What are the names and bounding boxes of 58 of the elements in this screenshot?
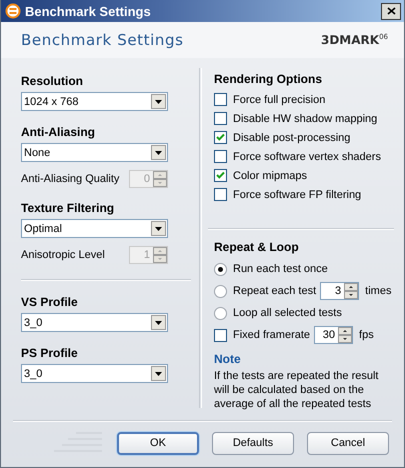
dropdown-arrow-icon <box>155 372 162 376</box>
field-label: PS Profile <box>21 346 79 360</box>
spin-arrows-icon <box>344 283 358 299</box>
field-label: Anti-Aliasing <box>21 125 96 139</box>
checkbox[interactable] <box>214 93 227 106</box>
radio-button[interactable] <box>214 262 227 276</box>
checkbox-label[interactable]: Force full precision <box>233 94 326 106</box>
field-label: Texture Filtering <box>21 201 116 215</box>
checkbox[interactable] <box>214 328 227 342</box>
checkbox-label[interactable]: Color mipmaps <box>233 170 307 182</box>
field-label: Anti-Aliasing Quality <box>21 173 120 185</box>
checkbox-label[interactable]: Disable post-processing <box>233 132 350 144</box>
unit-label: fps <box>359 329 374 341</box>
dropdown-arrow-icon <box>155 100 162 104</box>
radio-label[interactable]: Loop all selected tests <box>233 307 342 319</box>
dropdown[interactable]: 1024 x 768 <box>21 92 168 111</box>
spin-arrows-icon <box>338 327 352 343</box>
dropdown-arrow-icon <box>155 226 162 230</box>
close-icon <box>386 7 396 15</box>
spin-arrows-icon <box>153 171 167 187</box>
checkbox[interactable] <box>214 112 227 125</box>
dropdown[interactable]: None <box>21 143 168 162</box>
unit-label: times <box>365 285 392 297</box>
dropdown-arrow-icon <box>155 320 162 324</box>
checkbox-label[interactable]: Fixed framerate <box>233 329 310 341</box>
field-label: VS Profile <box>21 295 79 309</box>
app-icon <box>5 3 21 19</box>
checkbox-label[interactable]: Force software FP filtering <box>233 188 362 200</box>
field-label: Resolution <box>21 74 84 88</box>
note-heading: Note <box>214 352 242 366</box>
dropdown[interactable]: Optimal <box>21 219 168 238</box>
spin-field[interactable]: 3 <box>320 282 360 300</box>
spin-field[interactable]: 30 <box>314 326 354 344</box>
logo: 3DMARK$^{06}$ <box>321 33 388 47</box>
checkbox-label[interactable]: Force software vertex shaders <box>233 150 381 162</box>
checkbox-label[interactable]: Disable HW shadow mapping <box>233 112 378 124</box>
window-title: Benchmark Settings <box>25 4 152 18</box>
dialog-button[interactable]: OK <box>117 432 199 454</box>
dialog-title: Benchmark Settings <box>21 31 184 49</box>
checkbox[interactable] <box>214 169 227 182</box>
dialog-button[interactable]: Cancel <box>307 432 389 454</box>
note-text: If the tests are repeated the result will be calculated based on the average of all the repeated tests <box>214 369 380 411</box>
close-button[interactable] <box>381 2 401 20</box>
dropdown[interactable]: 3_0 <box>21 364 168 383</box>
dialog-button[interactable]: Defaults <box>212 432 294 454</box>
radio-button[interactable] <box>214 306 227 320</box>
radio-button[interactable] <box>214 284 227 298</box>
dropdown[interactable]: 3_0 <box>21 313 168 332</box>
checkbox[interactable] <box>214 150 227 163</box>
radio-label[interactable]: Repeat each test <box>233 285 316 297</box>
dropdown-arrow-icon <box>155 150 162 154</box>
field-label: Anisotropic Level <box>21 249 105 261</box>
checkbox[interactable] <box>214 188 227 201</box>
section-heading: Repeat & Loop <box>214 240 300 254</box>
radio-label[interactable]: Run each test once <box>233 263 328 275</box>
checkbox[interactable] <box>214 131 227 144</box>
section-heading: Rendering Options <box>214 72 323 86</box>
spin-arrows-icon <box>153 247 167 263</box>
